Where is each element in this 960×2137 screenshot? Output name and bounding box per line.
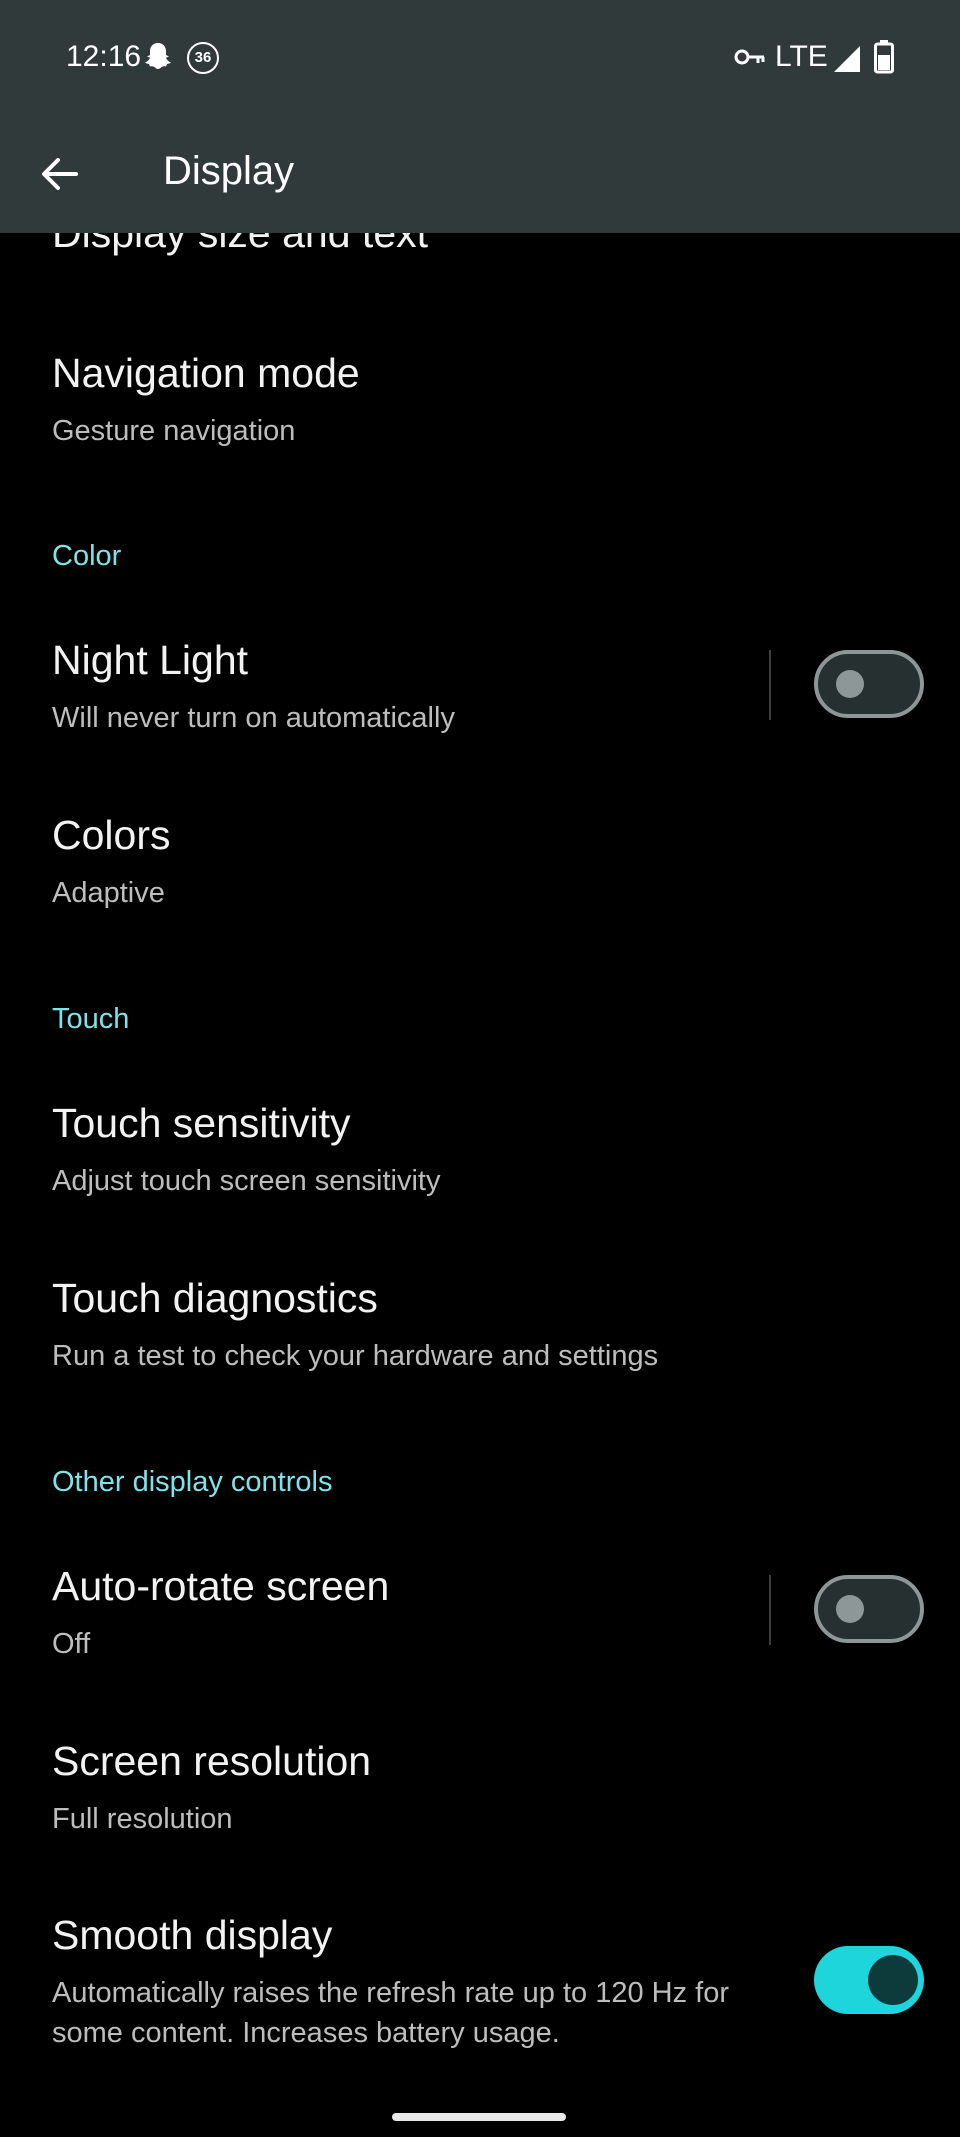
night-light-item[interactable]: Night Light Will never turn on automatic… xyxy=(52,637,772,738)
smooth-display-item[interactable]: Smooth display Automatically raises the … xyxy=(52,1912,772,2053)
colors-title: Colors xyxy=(52,812,171,858)
night-light-title: Night Light xyxy=(52,637,249,683)
home-indicator[interactable] xyxy=(392,2113,566,2121)
colors-summary: Adaptive xyxy=(52,877,165,909)
section-header-touch: Touch xyxy=(52,1003,130,1035)
navigation-mode-summary: Gesture navigation xyxy=(52,415,296,447)
navigation-mode-item[interactable]: Navigation mode Gesture navigation xyxy=(52,350,772,451)
toggle-knob xyxy=(868,1955,918,2005)
auto-rotate-title: Auto-rotate screen xyxy=(52,1563,390,1609)
status-time: 12:16 xyxy=(66,40,142,73)
auto-rotate-toggle[interactable] xyxy=(814,1575,924,1643)
touch-diagnostics-item[interactable]: Touch diagnostics Run a test to check yo… xyxy=(52,1275,772,1376)
touch-sensitivity-title: Touch sensitivity xyxy=(52,1100,351,1146)
smooth-display-title: Smooth display xyxy=(52,1912,333,1958)
toggle-knob xyxy=(836,670,864,698)
navigation-mode-title: Navigation mode xyxy=(52,350,360,396)
snapchat-icon xyxy=(145,43,171,69)
touch-sensitivity-summary: Adjust touch screen sensitivity xyxy=(52,1165,441,1197)
touch-diagnostics-title: Touch diagnostics xyxy=(52,1275,378,1321)
page-title: Display xyxy=(163,149,295,193)
network-type-label: LTE xyxy=(775,40,828,73)
back-button[interactable] xyxy=(34,148,86,200)
arrow-back-icon xyxy=(42,158,78,190)
section-header-color: Color xyxy=(52,540,122,572)
screen-resolution-title: Screen resolution xyxy=(52,1738,372,1784)
smooth-display-toggle[interactable] xyxy=(814,1946,924,2014)
signal-icon xyxy=(834,46,860,72)
touch-sensitivity-item[interactable]: Touch sensitivity Adjust touch screen se… xyxy=(52,1100,772,1201)
battery-icon xyxy=(874,40,894,74)
night-light-summary: Will never turn on automatically xyxy=(52,702,455,734)
smooth-display-summary: Automatically raises the refresh rate up… xyxy=(52,1977,729,2049)
toggle-knob xyxy=(836,1595,864,1623)
vpn-key-icon xyxy=(734,49,765,65)
notification-count-badge: 36 xyxy=(187,42,219,74)
touch-diagnostics-summary: Run a test to check your hardware and se… xyxy=(52,1340,659,1372)
section-header-other: Other display controls xyxy=(52,1466,333,1498)
auto-rotate-summary: Off xyxy=(52,1628,91,1660)
screen-resolution-item[interactable]: Screen resolution Full resolution xyxy=(52,1738,772,1839)
screen-resolution-summary: Full resolution xyxy=(52,1803,233,1835)
divider xyxy=(769,1575,771,1645)
night-light-toggle[interactable] xyxy=(814,650,924,718)
settings-list: Display size and text Navigation mode Ge… xyxy=(0,0,960,2137)
app-bar: 12:16 36 LTE Display xyxy=(0,0,960,233)
colors-item[interactable]: Colors Adaptive xyxy=(52,812,772,913)
divider xyxy=(769,650,771,720)
auto-rotate-item[interactable]: Auto-rotate screen Off xyxy=(52,1563,772,1664)
